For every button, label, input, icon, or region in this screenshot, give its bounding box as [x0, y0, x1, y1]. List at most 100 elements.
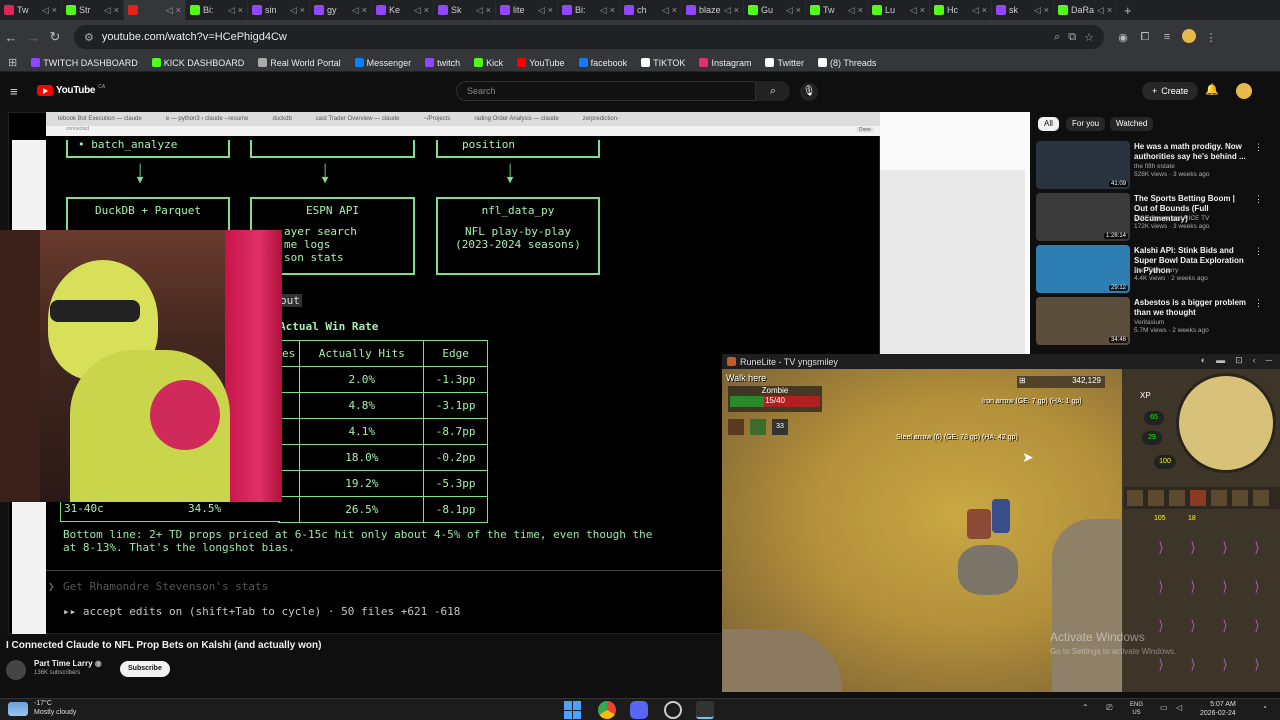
- browser-tab[interactable]: Sk ◁ ×: [434, 0, 496, 20]
- inventory-item-icon[interactable]: ⟩: [1182, 539, 1204, 557]
- tab-close-icon[interactable]: ×: [920, 5, 925, 15]
- recommendation-channel[interactable]: Veritasium: [1134, 319, 1254, 327]
- tab-audio-icon[interactable]: ◁: [476, 5, 483, 16]
- tab-audio-icon[interactable]: ◁: [786, 5, 793, 16]
- browser-tab[interactable]: sin ◁ ×: [248, 0, 310, 20]
- account-avatar[interactable]: [1236, 83, 1252, 99]
- create-button[interactable]: + Create: [1142, 82, 1199, 100]
- more-options-icon[interactable]: ⋮: [1254, 194, 1263, 205]
- volume-icon[interactable]: ◁: [1176, 703, 1182, 712]
- menu-kebab-icon[interactable]: ⋮: [1200, 31, 1222, 44]
- channel-avatar[interactable]: [6, 660, 26, 680]
- browser-tab[interactable]: gy ◁ ×: [310, 0, 372, 20]
- browser-tab[interactable]: sk ◁ ×: [992, 0, 1054, 20]
- extensions-puzzle-icon[interactable]: ⧠: [1134, 31, 1156, 44]
- prompt-input[interactable]: Get Rhamondre Stevenson's stats: [63, 580, 268, 593]
- reload-icon[interactable]: ↻: [44, 29, 66, 45]
- tab-audio-icon[interactable]: ◁: [600, 5, 607, 16]
- media-icon[interactable]: ≡: [1156, 31, 1178, 43]
- new-tab-icon[interactable]: +: [1116, 3, 1140, 18]
- tab-audio-icon[interactable]: ◁: [166, 5, 173, 16]
- browser-tab[interactable]: ◁ ×: [124, 0, 186, 20]
- notification-center-icon[interactable]: ◔: [1262, 703, 1267, 712]
- bookmark-item[interactable]: Instagram: [699, 58, 751, 68]
- minimap[interactable]: [1176, 373, 1276, 473]
- microphone-icon[interactable]: 🎙: [800, 83, 818, 101]
- runelite-taskbar-icon[interactable]: [696, 701, 714, 719]
- inventory-item-icon[interactable]: ⟩: [1214, 539, 1236, 557]
- more-options-icon[interactable]: ⋮: [1254, 142, 1263, 153]
- obs-taskbar-icon[interactable]: [664, 701, 682, 719]
- tab-audio-icon[interactable]: ◁: [1097, 5, 1104, 16]
- tab-close-icon[interactable]: ×: [486, 5, 491, 15]
- tab-close-icon[interactable]: ×: [1044, 5, 1049, 15]
- tab-close-icon[interactable]: ×: [238, 5, 243, 15]
- browser-tab[interactable]: Str ◁ ×: [62, 0, 124, 20]
- network-icon[interactable]: ▭: [1160, 703, 1168, 712]
- tab-close-icon[interactable]: ×: [52, 5, 57, 15]
- recommendation-thumbnail[interactable]: 1:28:14: [1036, 193, 1130, 241]
- browser-tab[interactable]: Ke ◁ ×: [372, 0, 434, 20]
- filter-chip[interactable]: Watched: [1110, 117, 1154, 131]
- tab-audio-icon[interactable]: ◁: [538, 5, 545, 16]
- tab-close-icon[interactable]: ×: [300, 5, 305, 15]
- inventory-item-icon[interactable]: ⟩: [1182, 578, 1204, 596]
- filter-chip[interactable]: For you: [1066, 117, 1106, 131]
- tab-close-icon[interactable]: ×: [796, 5, 801, 15]
- search-icon[interactable]: ⌕: [756, 81, 790, 101]
- tab-close-icon[interactable]: ×: [176, 5, 181, 15]
- bookmark-item[interactable]: TWITCH DASHBOARD: [31, 58, 138, 68]
- inventory-item-icon[interactable]: ⟩: [1150, 656, 1172, 674]
- minimize-icon[interactable]: ▬: [1216, 355, 1225, 366]
- more-options-icon[interactable]: ⋮: [1254, 246, 1263, 257]
- bookmark-item[interactable]: Kick: [474, 58, 503, 68]
- bookmark-item[interactable]: Real World Portal: [258, 58, 341, 68]
- inventory-tab-icon[interactable]: [1190, 490, 1206, 506]
- browser-tab[interactable]: Hc ◁ ×: [930, 0, 992, 20]
- hamburger-menu-icon[interactable]: ≡: [10, 84, 18, 99]
- tab-close-icon[interactable]: ×: [982, 5, 987, 15]
- inventory-item-icon[interactable]: ⟩: [1214, 578, 1236, 596]
- browser-tab[interactable]: Lu ◁ ×: [868, 0, 930, 20]
- inventory-item-icon[interactable]: ⟩: [1214, 617, 1236, 635]
- subscribe-button[interactable]: Subscribe: [120, 661, 170, 677]
- xp-orb[interactable]: XP: [1140, 391, 1151, 400]
- equipment-tab-icon[interactable]: [1211, 490, 1227, 506]
- discord-icon[interactable]: ◐: [1201, 355, 1206, 366]
- inventory-item-icon[interactable]: ⟩: [1246, 578, 1268, 596]
- inventory-item-icon[interactable]: ⟩: [1214, 656, 1236, 674]
- combat-tab-icon[interactable]: [1127, 490, 1143, 506]
- tab-audio-icon[interactable]: ◁: [848, 5, 855, 16]
- recommendation-thumbnail[interactable]: 41:09: [1036, 141, 1130, 189]
- browser-tab[interactable]: blaze ◁ ×: [682, 0, 744, 20]
- quest-tab-icon[interactable]: [1169, 490, 1185, 506]
- tab-close-icon[interactable]: ×: [424, 5, 429, 15]
- hp-orb[interactable]: 65: [1144, 411, 1164, 425]
- tab-audio-icon[interactable]: ◁: [972, 5, 979, 16]
- tab-close-icon[interactable]: ×: [114, 5, 119, 15]
- tab-audio-icon[interactable]: ◁: [42, 5, 49, 16]
- bookmark-item[interactable]: Messenger: [354, 58, 411, 68]
- tab-audio-icon[interactable]: ◁: [910, 5, 917, 16]
- tab-audio-icon[interactable]: ◁: [352, 5, 359, 16]
- inventory-item-icon[interactable]: ⟩: [1150, 539, 1172, 557]
- browser-tab[interactable]: Tw ◁ ×: [806, 0, 868, 20]
- inventory-item-icon[interactable]: ⟩: [1182, 656, 1204, 674]
- bookmark-item[interactable]: (8) Threads: [817, 58, 876, 68]
- tab-close-icon[interactable]: ×: [672, 5, 677, 15]
- zombie-npc[interactable]: [967, 509, 991, 539]
- inventory-item-icon[interactable]: ⟩: [1150, 578, 1172, 596]
- browser-tab[interactable]: Tw ◁ ×: [0, 0, 62, 20]
- clock[interactable]: 5:07 AM 2026-02-24: [1200, 700, 1236, 718]
- bookmark-item[interactable]: TIKTOK: [641, 58, 685, 68]
- back-icon[interactable]: ←: [0, 30, 22, 45]
- filter-chip[interactable]: All: [1038, 117, 1059, 131]
- browser-tab[interactable]: lite ◁ ×: [496, 0, 558, 20]
- bookmark-item[interactable]: KICK DASHBOARD: [151, 58, 244, 68]
- extension-icon[interactable]: ◉: [1112, 31, 1134, 44]
- screenshot-icon[interactable]: ⊡: [1235, 355, 1243, 366]
- inventory-item-icon[interactable]: ⟩: [1246, 617, 1268, 635]
- magic-tab-icon[interactable]: [1253, 490, 1269, 506]
- discord-taskbar-icon[interactable]: [630, 701, 648, 719]
- youtube-search-input[interactable]: Search: [456, 81, 756, 101]
